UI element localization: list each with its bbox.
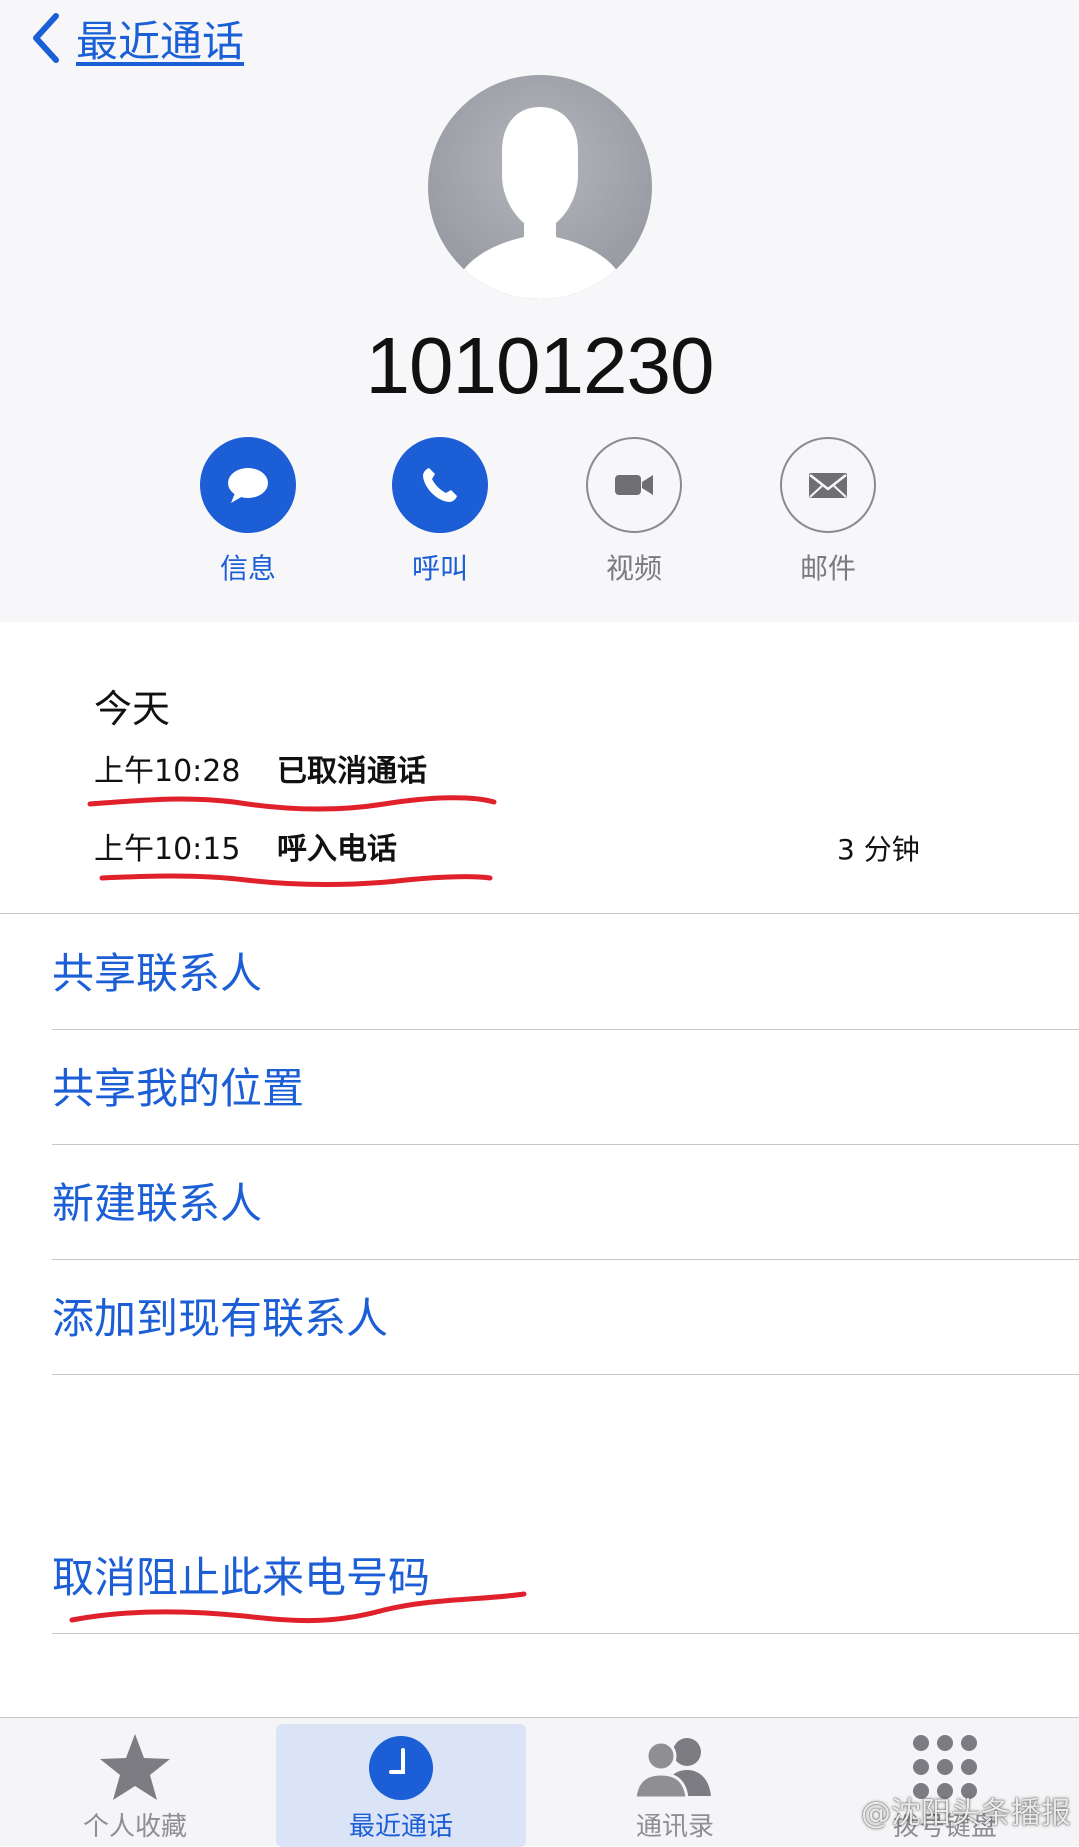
mail-action-label: 邮件 [799,552,856,585]
video-action-button[interactable]: 视频 [574,437,694,587]
red-underline-annotation [87,795,497,812]
tab-contacts[interactable]: 通讯录 [550,1718,800,1847]
tab-label: 个人收藏 [82,1812,187,1842]
call-duration: 3 分钟 [837,833,920,866]
clock-icon [369,1736,433,1800]
tab-bar: 个人收藏 最近通话 通讯录 拨号键盘 @沈阳头条播报 [0,1717,1079,1847]
mail-action-circle [780,437,876,533]
tab-recents[interactable]: 最近通话 [276,1724,526,1847]
video-action-label: 视频 [605,552,662,585]
call-time: 上午10:15 [94,832,241,867]
share-location-item[interactable]: 共享我的位置 [52,1059,304,1119]
back-button[interactable]: 最近通话 [30,8,244,68]
call-type: 已取消通话 [277,754,427,789]
new-contact-item[interactable]: 新建联系人 [52,1174,262,1234]
separator [52,1633,1079,1634]
separator [52,1029,1079,1030]
call-log-heading: 今天 [94,687,171,731]
message-action-label: 信息 [219,552,276,585]
phone-icon [423,468,457,502]
video-camera-icon [615,475,653,495]
call-action-label: 呼叫 [411,552,468,585]
tab-label: 通讯录 [635,1812,714,1842]
watermark: @沈阳头条播报 [861,1796,1071,1831]
separator [52,1259,1079,1260]
message-action-button[interactable]: 信息 [188,437,308,587]
call-action-button[interactable]: 呼叫 [380,437,500,587]
separator [0,913,1079,914]
call-action-circle [392,437,488,533]
separator [52,1374,1079,1375]
add-to-existing-contact-item[interactable]: 添加到现有联系人 [52,1289,388,1349]
contact-number: 10101230 [365,321,715,410]
video-action-circle [586,437,682,533]
contact-header: 最近通话 10101230 信息 呼叫 视频 邮件 [0,0,1079,622]
separator [52,1144,1079,1145]
tab-favorites[interactable]: 个人收藏 [10,1718,260,1847]
unblock-caller-item[interactable]: 取消阻止此来电号码 [52,1548,430,1608]
person-silhouette-icon [460,107,620,299]
chevron-left-icon [33,13,59,63]
mail-action-button[interactable]: 邮件 [768,437,888,587]
contacts-people-icon [633,1738,711,1800]
back-label: 最近通话 [76,16,245,66]
tab-label: 最近通话 [348,1812,453,1842]
avatar [428,75,652,299]
mail-envelope-icon [809,473,847,498]
star-icon [100,1734,170,1800]
call-time: 上午10:28 [94,754,241,789]
call-type: 呼入电话 [277,832,397,867]
share-contact-item[interactable]: 共享联系人 [52,944,262,1004]
message-bubble-icon [228,468,268,503]
message-action-circle [200,437,296,533]
